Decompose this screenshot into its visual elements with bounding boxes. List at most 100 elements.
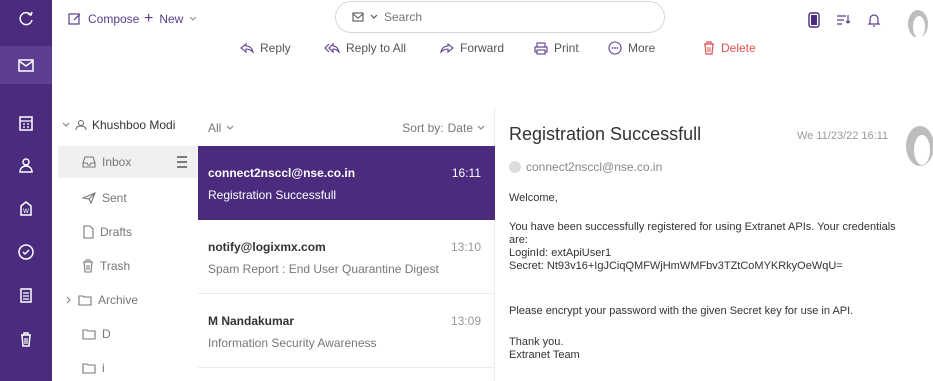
message-subject: Information Security Awareness [208,336,377,350]
list-item[interactable]: M Nandakumar 13:09 Information Security … [198,294,495,368]
folder-sent[interactable]: Sent [58,182,198,214]
message-title: Registration Successfull [509,124,702,144]
folder-inbox[interactable]: Inbox [58,146,198,178]
message-subject: Spam Report : End User Quarantine Digest [208,262,439,276]
message-list: All Sort by: Date connect2nsccl@nse.co.i… [198,108,495,381]
search-input[interactable] [384,10,584,24]
body-line: You have been successfully registered fo… [509,221,896,246]
folder-menu-icon[interactable] [176,155,188,169]
folder-icon [78,295,92,306]
drafts-icon [83,225,94,239]
folder-icon [82,363,96,374]
message-sender: notify@logixmx.com [208,240,326,254]
body-thanks: Thank you. [509,336,564,348]
mail-filter-icon[interactable] [352,12,364,22]
message-time: 13:10 [450,240,481,254]
briefcase-icon[interactable]: W [0,189,52,227]
reply-all-icon [324,42,340,54]
delete-button[interactable]: Delete [703,36,773,60]
sort-dropdown[interactable]: Sort by: Date [402,121,485,135]
print-button[interactable]: Print [534,36,604,60]
body-signature: Extranet Team [509,349,580,361]
message-time: 13:09 [450,314,481,328]
more-icon [608,41,622,55]
list-header: All Sort by: Date [198,108,495,148]
folder-i[interactable]: i [58,352,198,381]
delete-label: Delete [721,41,756,55]
body-greeting: Welcome, [509,192,558,204]
body-line: LoginId: extApiUser1 [509,247,612,259]
folder-drafts[interactable]: Drafts [58,216,198,248]
sender-avatar [900,122,933,170]
chevron-down-icon[interactable] [62,122,70,128]
folder-label: Drafts [100,225,133,239]
chevron-down-icon [226,125,234,130]
message-subject: Registration Successfull [208,188,337,202]
message-sender: M Nandakumar [208,314,295,328]
print-label: Print [554,41,579,55]
forward-label: Forward [460,41,505,55]
folder-label: Inbox [102,155,132,169]
folder-icon [82,329,96,340]
calendar-icon[interactable] [0,104,52,142]
refresh-icon[interactable] [0,0,52,38]
folder-pane: Khushboo Modi Inbox Sent Drafts Trash Ar… [52,108,198,381]
new-button[interactable]: + New [144,8,197,30]
folder-label: Trash [100,259,131,273]
reply-label: Reply [260,41,291,55]
reply-icon [240,42,254,54]
compose-icon [68,13,81,25]
message-from[interactable]: connect2nsccl@nse.co.in [509,160,662,174]
folder-trash[interactable]: Trash [58,250,198,282]
body-line: Please encrypt your password with the gi… [509,305,854,317]
account-name: Khushboo Modi [92,118,176,132]
inbox-icon [82,156,96,168]
chevron-down-icon [477,125,485,130]
new-label: New [159,12,184,26]
sort-label: Sort by: [402,121,444,135]
reply-button[interactable]: Reply [240,36,320,60]
bell-icon[interactable] [859,8,889,32]
mail-icon[interactable] [0,46,52,84]
forward-button[interactable]: Forward [440,36,530,60]
search-box[interactable] [335,1,665,33]
chevron-down-icon [189,16,197,21]
list-item[interactable]: connect2nsccl@nse.co.in 16:11 Registrati… [198,146,495,220]
trash-icon[interactable] [0,320,52,358]
svg-text:W: W [23,208,29,215]
filter-icon[interactable] [829,8,859,32]
user-icon [75,120,87,131]
contacts-icon[interactable] [0,146,52,184]
filter-value: All [208,121,222,135]
more-button[interactable]: More [608,36,678,60]
reply-all-button[interactable]: Reply to All [324,36,434,60]
folder-archive[interactable]: Archive [58,284,198,316]
notes-icon[interactable] [0,276,52,314]
reply-all-label: Reply to All [346,41,407,55]
compose-button[interactable]: Compose [68,8,139,30]
forward-icon [440,42,454,54]
folder-d[interactable]: D [58,318,198,350]
chevron-down-icon[interactable] [370,14,378,20]
trash-icon [83,259,93,273]
reading-pane: Registration Successfull We 11/23/22 16:… [496,108,933,381]
more-label: More [628,41,656,55]
filter-dropdown[interactable]: All [208,121,234,135]
app-rail: W [0,0,52,381]
sort-value: Date [447,121,473,135]
message-time: 16:11 [451,166,481,180]
folder-label: Sent [102,191,127,205]
chevron-right-icon[interactable] [66,296,72,304]
message-sender: connect2nsccl@nse.co.in [208,166,356,180]
account-node[interactable]: Khushboo Modi [62,118,175,132]
folder-label: Archive [98,293,139,307]
avatar[interactable] [903,7,933,37]
top-icons [799,8,933,37]
tasks-icon[interactable] [0,233,52,271]
delete-icon [704,41,714,55]
sent-icon [82,192,96,204]
sender-address: connect2nsccl@nse.co.in [526,160,663,174]
body-line: Secret: Nt93v16+IgJCiqQMFWjHmWMFbv3TZtCo… [509,260,843,272]
phone-icon[interactable] [799,8,829,32]
list-item[interactable]: notify@logixmx.com 13:10 Spam Report : E… [198,220,495,294]
